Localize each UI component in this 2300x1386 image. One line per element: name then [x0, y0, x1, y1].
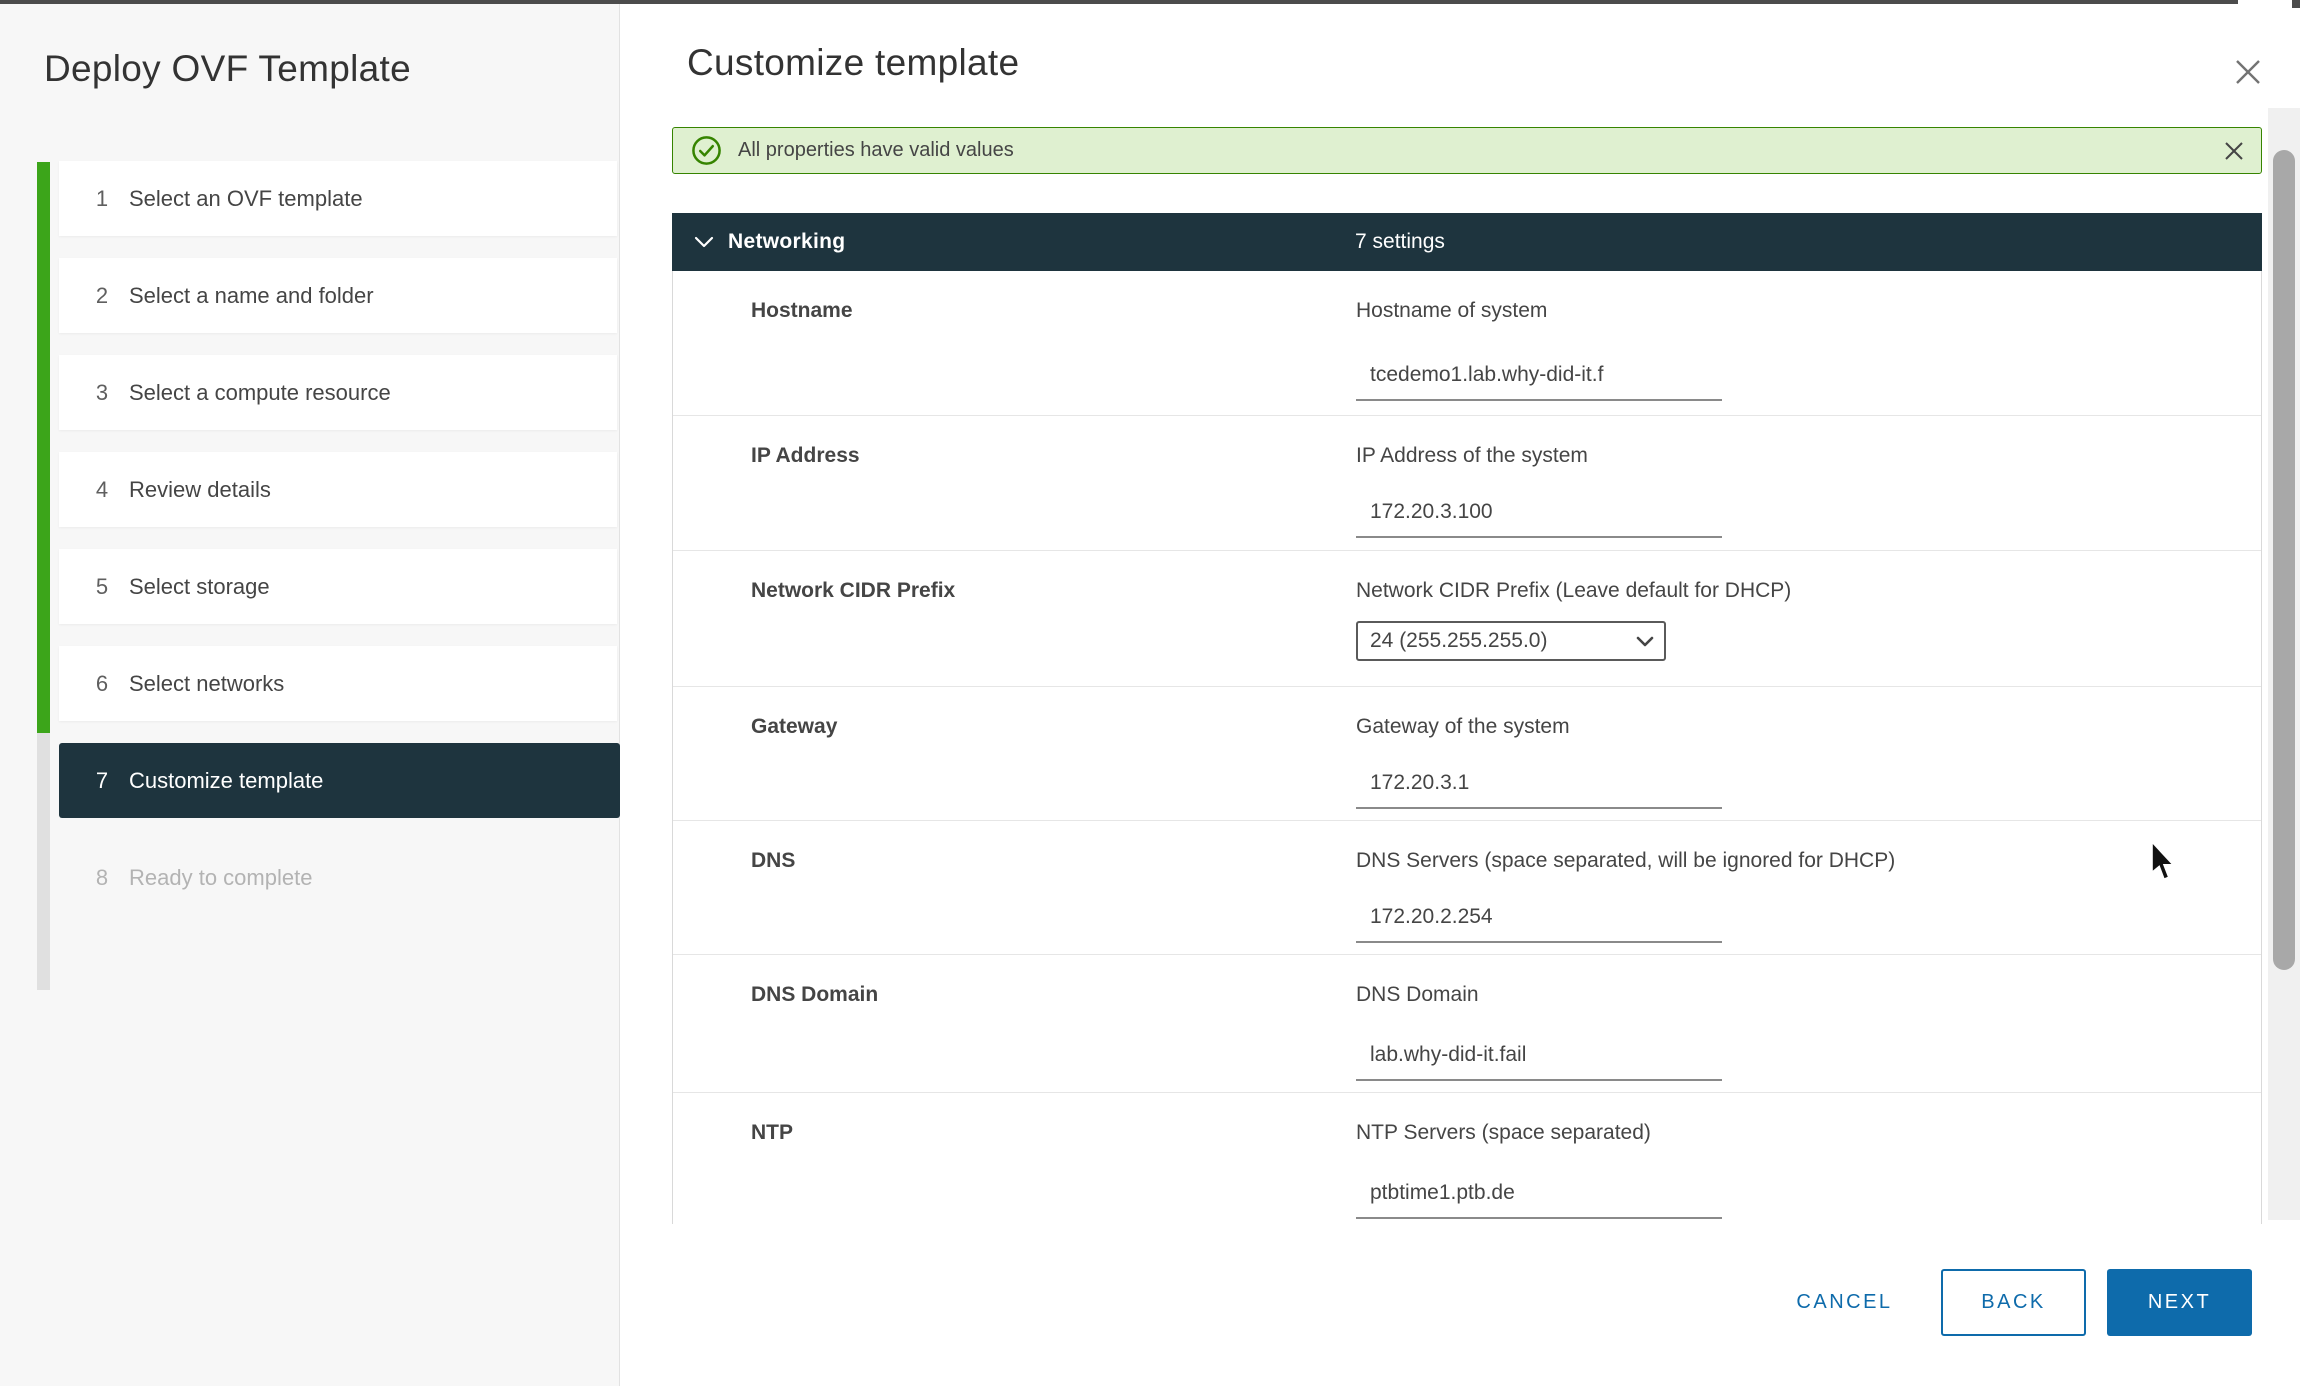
section-name: Networking: [728, 230, 845, 254]
step-number: 5: [89, 574, 115, 600]
back-button[interactable]: BACK: [1941, 1269, 2086, 1336]
chevron-down-icon: [694, 236, 714, 248]
cidr-prefix-selected-value: 24 (255.255.255.0): [1370, 629, 1547, 653]
property-description: DNS Domain: [1356, 983, 1479, 1007]
step-number: 6: [89, 671, 115, 697]
hostname-input[interactable]: tcedemo1.lab.why-did-it.f: [1356, 363, 1722, 401]
property-description: Hostname of system: [1356, 299, 1547, 323]
step-label: Select storage: [129, 574, 270, 600]
step-label: Select a compute resource: [129, 380, 391, 406]
property-description: NTP Servers (space separated): [1356, 1121, 1651, 1145]
step-number: 3: [89, 380, 115, 406]
step-customize-template[interactable]: 7 Customize template: [59, 743, 620, 818]
progress-rail-remaining: [37, 733, 50, 990]
banner-close-icon: [2223, 140, 2245, 162]
step-number: 4: [89, 477, 115, 503]
cidr-prefix-select[interactable]: 24 (255.255.255.0): [1356, 621, 1666, 661]
step-select-storage[interactable]: 5 Select storage: [59, 549, 617, 624]
section-header-networking[interactable]: Networking 7 settings: [672, 213, 2262, 271]
close-button[interactable]: [2226, 50, 2270, 94]
property-label: Hostname: [751, 299, 853, 323]
property-row-gateway: Gateway Gateway of the system 172.20.3.1: [673, 687, 2261, 821]
ip-address-input[interactable]: 172.20.3.100: [1356, 500, 1722, 538]
browser-top-strip-corner: [2292, 0, 2300, 8]
step-label: Select a name and folder: [129, 283, 374, 309]
wizard-title: Deploy OVF Template: [44, 48, 411, 90]
step-label: Ready to complete: [129, 865, 312, 891]
property-label: Network CIDR Prefix: [751, 579, 955, 603]
next-button[interactable]: NEXT: [2107, 1269, 2252, 1336]
property-row-dns-domain: DNS Domain DNS Domain lab.why-did-it.fai…: [673, 955, 2261, 1093]
property-description: DNS Servers (space separated, will be ig…: [1356, 849, 1895, 873]
property-row-hostname: Hostname Hostname of system tcedemo1.lab…: [673, 271, 2261, 416]
banner-close-button[interactable]: [2223, 140, 2245, 162]
progress-rail-completed: [37, 162, 50, 733]
scrollbar-thumb[interactable]: [2273, 150, 2295, 970]
step-review-details[interactable]: 4 Review details: [59, 452, 617, 527]
property-label: IP Address: [751, 444, 860, 468]
property-row-network-cidr-prefix: Network CIDR Prefix Network CIDR Prefix …: [673, 551, 2261, 687]
dns-servers-input[interactable]: 172.20.2.254: [1356, 905, 1722, 943]
step-select-networks[interactable]: 6 Select networks: [59, 646, 617, 721]
check-circle-icon: [691, 135, 722, 166]
step-label: Select networks: [129, 671, 284, 697]
step-ready-to-complete: 8 Ready to complete: [59, 840, 617, 915]
step-number: 8: [89, 865, 115, 891]
step-label: Select an OVF template: [129, 186, 363, 212]
property-row-ntp: NTP NTP Servers (space separated) ptbtim…: [673, 1093, 2261, 1224]
step-number: 1: [89, 186, 115, 212]
step-label: Review details: [129, 477, 271, 503]
select-chevron-icon: [1636, 636, 1654, 647]
ntp-servers-input[interactable]: ptbtime1.ptb.de: [1356, 1181, 1722, 1219]
property-description: Network CIDR Prefix (Leave default for D…: [1356, 579, 1791, 603]
step-label: Customize template: [129, 768, 323, 794]
banner-message: All properties have valid values: [738, 139, 1014, 162]
property-label: DNS: [751, 849, 795, 873]
step-select-compute-resource[interactable]: 3 Select a compute resource: [59, 355, 617, 430]
vertical-scrollbar[interactable]: [2268, 108, 2300, 1220]
step-number: 2: [89, 283, 115, 309]
gateway-input[interactable]: 172.20.3.1: [1356, 771, 1722, 809]
section-settings-count: 7 settings: [1355, 230, 1445, 254]
close-icon: [2233, 57, 2263, 87]
property-row-ip-address: IP Address IP Address of the system 172.…: [673, 416, 2261, 551]
page-title: Customize template: [687, 42, 1019, 84]
property-label: DNS Domain: [751, 983, 878, 1007]
properties-table: Hostname Hostname of system tcedemo1.lab…: [672, 271, 2262, 1224]
step-number: 7: [89, 768, 115, 794]
property-label: NTP: [751, 1121, 793, 1145]
property-row-dns: DNS DNS Servers (space separated, will b…: [673, 821, 2261, 955]
wizard-steps-list: 1 Select an OVF template 2 Select a name…: [59, 161, 621, 937]
dns-domain-input[interactable]: lab.why-did-it.fail: [1356, 1043, 1722, 1081]
property-description: Gateway of the system: [1356, 715, 1570, 739]
property-description: IP Address of the system: [1356, 444, 1588, 468]
step-select-ovf-template[interactable]: 1 Select an OVF template: [59, 161, 617, 236]
cancel-button[interactable]: CANCEL: [1786, 1269, 1903, 1336]
property-label: Gateway: [751, 715, 837, 739]
validation-success-banner: All properties have valid values: [672, 127, 2262, 174]
step-select-name-folder[interactable]: 2 Select a name and folder: [59, 258, 617, 333]
